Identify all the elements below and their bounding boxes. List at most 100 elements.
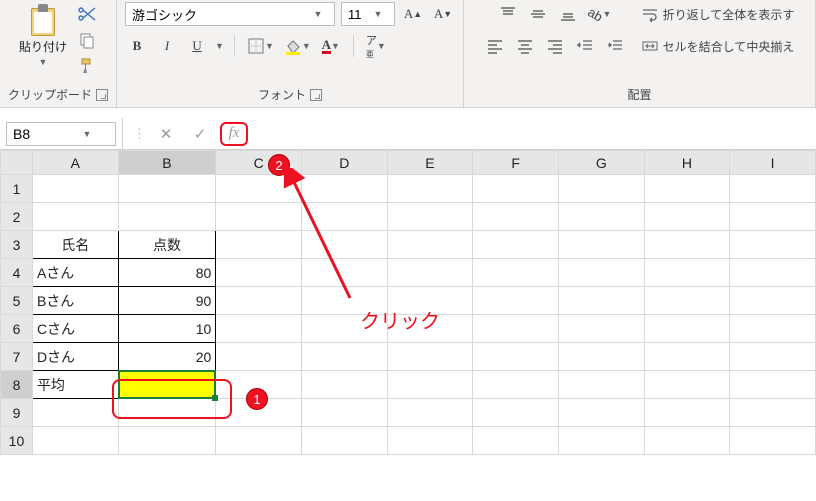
name-box-input[interactable] — [7, 126, 79, 142]
bold-button[interactable]: B — [125, 34, 149, 58]
col-header-G[interactable]: G — [558, 151, 644, 175]
formula-cancel-button[interactable]: ✕ — [152, 122, 180, 146]
cell[interactable] — [644, 259, 730, 287]
select-all-corner[interactable] — [1, 151, 33, 175]
cell[interactable] — [32, 203, 118, 231]
cell[interactable] — [301, 371, 387, 399]
cell[interactable] — [216, 175, 302, 203]
underline-button[interactable]: U — [185, 34, 209, 58]
phonetic-guide-button[interactable]: ア亜 ▼ — [364, 34, 388, 58]
font-family-dropdown[interactable]: ▼ — [125, 2, 335, 26]
cell[interactable] — [216, 427, 302, 455]
cell[interactable] — [473, 259, 559, 287]
cell-active[interactable] — [118, 371, 216, 399]
row-header[interactable]: 1 — [1, 175, 33, 203]
cell[interactable] — [216, 259, 302, 287]
cell[interactable] — [644, 399, 730, 427]
cell[interactable] — [216, 399, 302, 427]
cell[interactable] — [558, 175, 644, 203]
insert-function-button[interactable]: fx — [220, 122, 248, 146]
cell[interactable] — [301, 315, 387, 343]
cell[interactable] — [301, 287, 387, 315]
cell[interactable] — [301, 399, 387, 427]
cell[interactable]: 20 — [118, 343, 216, 371]
cell[interactable] — [118, 427, 216, 455]
cell[interactable] — [730, 399, 816, 427]
cell[interactable] — [216, 287, 302, 315]
align-right-button[interactable] — [543, 34, 567, 58]
cell[interactable] — [387, 203, 473, 231]
font-family-input[interactable] — [126, 3, 310, 25]
cell[interactable] — [730, 175, 816, 203]
cell[interactable] — [558, 343, 644, 371]
row-header[interactable]: 3 — [1, 231, 33, 259]
cell[interactable]: Cさん — [32, 315, 118, 343]
cell[interactable] — [473, 399, 559, 427]
col-header-C[interactable]: C — [216, 151, 302, 175]
font-size-dropdown[interactable]: ▼ — [341, 2, 395, 26]
cell[interactable] — [730, 315, 816, 343]
cell[interactable] — [387, 399, 473, 427]
cell[interactable] — [644, 287, 730, 315]
cell[interactable] — [730, 427, 816, 455]
formula-enter-button[interactable]: ✓ — [186, 122, 214, 146]
cell[interactable]: 平均 — [32, 371, 118, 399]
cell[interactable]: 氏名 — [32, 231, 118, 259]
cell[interactable] — [558, 231, 644, 259]
cell[interactable]: 90 — [118, 287, 216, 315]
cell[interactable] — [730, 203, 816, 231]
cell[interactable] — [216, 343, 302, 371]
formula-input[interactable] — [258, 122, 816, 146]
cell[interactable] — [387, 427, 473, 455]
orientation-button[interactable]: ab▼ — [586, 2, 613, 26]
copy-button[interactable] — [75, 28, 99, 52]
cell[interactable] — [301, 175, 387, 203]
cell[interactable] — [387, 231, 473, 259]
cell[interactable] — [558, 203, 644, 231]
cell[interactable] — [558, 287, 644, 315]
name-box[interactable]: ▼ — [6, 122, 116, 146]
cell[interactable] — [473, 427, 559, 455]
font-dialog-launcher[interactable] — [310, 89, 322, 101]
decrease-indent-button[interactable] — [573, 34, 597, 58]
cell[interactable] — [730, 343, 816, 371]
wrap-text-button[interactable]: 折り返して全体を表示す — [639, 2, 797, 26]
row-header[interactable]: 4 — [1, 259, 33, 287]
merge-center-button[interactable]: セルを結合して中央揃え — [639, 34, 797, 58]
col-header-H[interactable]: H — [644, 151, 730, 175]
cell[interactable] — [473, 175, 559, 203]
cell[interactable] — [644, 427, 730, 455]
row-header[interactable]: 7 — [1, 343, 33, 371]
cell[interactable] — [558, 399, 644, 427]
cell[interactable]: Aさん — [32, 259, 118, 287]
cell[interactable] — [118, 399, 216, 427]
decrease-font-button[interactable]: A▼ — [431, 2, 455, 26]
cell[interactable] — [473, 203, 559, 231]
paste-button[interactable]: 貼り付け ▼ — [17, 2, 69, 69]
fill-handle[interactable] — [212, 395, 218, 401]
cell[interactable] — [216, 203, 302, 231]
cell[interactable] — [558, 315, 644, 343]
cell[interactable] — [644, 175, 730, 203]
row-header[interactable]: 2 — [1, 203, 33, 231]
cell[interactable] — [32, 399, 118, 427]
cell[interactable] — [301, 203, 387, 231]
cell[interactable] — [32, 175, 118, 203]
cell[interactable] — [644, 371, 730, 399]
cell[interactable] — [730, 231, 816, 259]
cell[interactable]: 点数 — [118, 231, 216, 259]
cell[interactable] — [473, 371, 559, 399]
cell[interactable] — [644, 231, 730, 259]
col-header-E[interactable]: E — [387, 151, 473, 175]
cell[interactable]: 10 — [118, 315, 216, 343]
col-header-A[interactable]: A — [32, 151, 118, 175]
cut-button[interactable] — [75, 2, 99, 26]
cell[interactable] — [473, 231, 559, 259]
cell[interactable] — [216, 231, 302, 259]
cell[interactable] — [387, 315, 473, 343]
cell[interactable] — [644, 343, 730, 371]
cell[interactable] — [387, 343, 473, 371]
cell[interactable] — [473, 343, 559, 371]
cell[interactable]: Bさん — [32, 287, 118, 315]
borders-button[interactable]: ▼ — [245, 34, 276, 58]
